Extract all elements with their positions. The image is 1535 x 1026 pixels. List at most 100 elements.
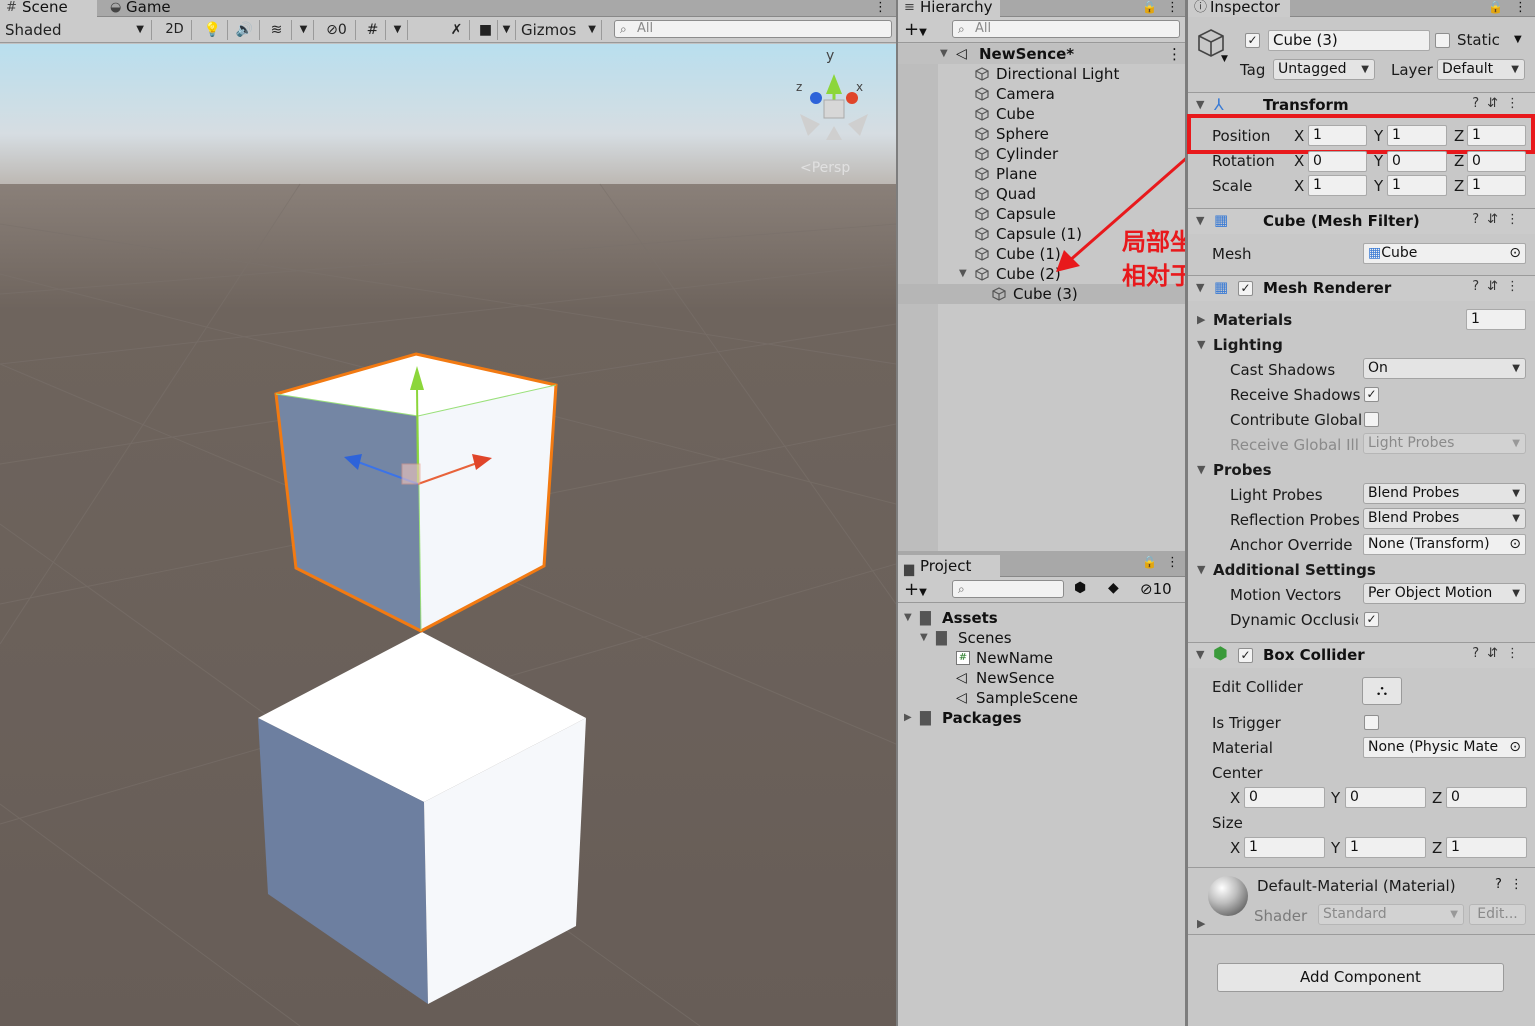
- fold-arrow-icon[interactable]: ▼: [904, 608, 912, 628]
- hierarchy-lock-icon[interactable]: 🔒: [1142, 0, 1157, 14]
- fold-arrow-icon[interactable]: ▼: [1196, 214, 1204, 227]
- shading-mode-dropdown[interactable]: Shaded ▼: [0, 20, 152, 40]
- project-search-input[interactable]: ⌕: [952, 580, 1064, 598]
- project-lock-icon[interactable]: 🔒: [1142, 555, 1157, 569]
- component-tools-icons[interactable]: ?⇵⋮: [1472, 646, 1527, 661]
- camera-dropdown-icon[interactable]: ▼: [498, 20, 516, 40]
- hidden-objects-toggle[interactable]: ⊘0: [318, 20, 356, 40]
- dynamic-occlusion-checkbox[interactable]: ✓: [1364, 612, 1379, 627]
- edit-collider-button[interactable]: ⛬: [1362, 677, 1402, 705]
- is-trigger-checkbox[interactable]: [1364, 715, 1379, 730]
- object-picker-icon[interactable]: ⊙: [1509, 535, 1521, 554]
- fold-arrow-icon[interactable]: ▼: [959, 264, 967, 284]
- filter-type-icon[interactable]: ⬢: [1074, 580, 1086, 596]
- filter-label-icon[interactable]: ◆: [1108, 580, 1119, 596]
- materials-count-field[interactable]: 1: [1466, 309, 1526, 330]
- project-folder-assets[interactable]: ▼ ▇ Assets: [898, 608, 1185, 628]
- tab-hierarchy[interactable]: ≡ Hierarchy: [898, 0, 1000, 17]
- anchor-override-field[interactable]: None (Transform) ⊙: [1363, 534, 1526, 555]
- size-y-field[interactable]: 1: [1345, 837, 1426, 858]
- tools-icon[interactable]: ✗: [444, 20, 470, 40]
- scale-x-field[interactable]: 1: [1308, 175, 1367, 196]
- object-active-checkbox[interactable]: ✓: [1245, 33, 1260, 48]
- effects-dropdown-icon[interactable]: ▼: [294, 20, 314, 40]
- scene-search-input[interactable]: ⌕ All: [614, 20, 892, 38]
- rotation-x-field[interactable]: 0: [1308, 151, 1367, 172]
- center-y-field[interactable]: 0: [1345, 787, 1426, 808]
- projection-toggle[interactable]: <Persp: [800, 160, 850, 176]
- cast-shadows-dropdown[interactable]: On ▼: [1363, 358, 1526, 379]
- scene-menu-icon[interactable]: ⋮: [1167, 44, 1182, 64]
- tab-project[interactable]: ▆ Project: [898, 555, 1000, 577]
- collider-material-field[interactable]: None (Physic Mate ⊙: [1363, 737, 1526, 758]
- mesh-renderer-header[interactable]: ▼ ▦ ✓ Mesh Renderer ?⇵⋮: [1188, 275, 1535, 301]
- tag-dropdown[interactable]: Untagged ▼: [1273, 59, 1375, 80]
- fold-arrow-icon[interactable]: ▼: [1196, 648, 1204, 661]
- receive-shadows-checkbox[interactable]: ✓: [1364, 387, 1379, 402]
- hierarchy-item[interactable]: Sphere: [898, 124, 1185, 144]
- scene-tab-menu-icon[interactable]: ⋮: [874, 0, 887, 15]
- object-name-field[interactable]: Cube (3): [1268, 30, 1430, 51]
- scale-y-field[interactable]: 1: [1387, 175, 1447, 196]
- project-file-samplescene[interactable]: ◁ SampleScene: [898, 688, 1185, 708]
- hierarchy-add-button[interactable]: +▼: [904, 19, 927, 40]
- layer-dropdown[interactable]: Default ▼: [1437, 59, 1525, 80]
- scene-root-row[interactable]: ▼ ◁ NewSence* ⋮: [898, 44, 1185, 64]
- mesh-object-field[interactable]: ▦Cube ⊙: [1363, 243, 1526, 264]
- lighting-toggle-icon[interactable]: 💡: [198, 20, 228, 40]
- size-x-field[interactable]: 1: [1244, 837, 1325, 858]
- project-file-newsence[interactable]: ◁ NewSence: [898, 668, 1185, 688]
- grid-dropdown-icon[interactable]: ▼: [388, 20, 408, 40]
- component-tools-icons[interactable]: ?⇵⋮: [1472, 279, 1527, 294]
- camera-icon[interactable]: ■: [474, 20, 498, 40]
- mesh-renderer-enabled-checkbox[interactable]: ✓: [1238, 281, 1253, 296]
- hidden-packages-toggle[interactable]: ⊘10: [1140, 580, 1172, 598]
- additional-fold-icon[interactable]: ▼: [1197, 563, 1205, 576]
- probes-fold-icon[interactable]: ▼: [1197, 463, 1205, 476]
- box-collider-header[interactable]: ▼ ⬢ ✓ Box Collider ?⇵⋮: [1188, 642, 1535, 668]
- fold-arrow-icon[interactable]: ▼: [1196, 281, 1204, 294]
- mesh-filter-header[interactable]: ▼ ▦ Cube (Mesh Filter) ?⇵⋮: [1188, 208, 1535, 234]
- inspector-menu-icon[interactable]: ⋮: [1514, 0, 1527, 15]
- lighting-fold-icon[interactable]: ▼: [1197, 338, 1205, 351]
- icon-dropdown-icon[interactable]: ▼: [1221, 54, 1228, 64]
- project-folder-packages[interactable]: ▶ ▇ Packages: [898, 708, 1185, 728]
- component-tools-icons[interactable]: ?⇵⋮: [1472, 212, 1527, 227]
- rotation-z-field[interactable]: 0: [1467, 151, 1526, 172]
- object-picker-icon[interactable]: ⊙: [1509, 738, 1521, 757]
- fold-arrow-icon[interactable]: ▼: [1196, 98, 1204, 111]
- scene-fold-arrow[interactable]: ▼: [940, 44, 948, 64]
- scale-z-field[interactable]: 1: [1467, 175, 1526, 196]
- light-probes-dropdown[interactable]: Blend Probes ▼: [1363, 483, 1526, 504]
- reflection-probes-dropdown[interactable]: Blend Probes ▼: [1363, 508, 1526, 529]
- size-z-field[interactable]: 1: [1446, 837, 1527, 858]
- project-folder-scenes[interactable]: ▼ ▇ Scenes: [898, 628, 1185, 648]
- tab-inspector[interactable]: ⓘ Inspector: [1188, 0, 1290, 17]
- fold-arrow-icon[interactable]: ▼: [920, 628, 928, 648]
- contribute-global-checkbox[interactable]: [1364, 412, 1379, 427]
- audio-toggle-icon[interactable]: 🔊: [230, 20, 260, 40]
- effects-toggle-icon[interactable]: ≋: [262, 20, 292, 40]
- material-tools-icons[interactable]: ?⋮: [1495, 877, 1531, 892]
- tab-scene[interactable]: # Scene: [0, 0, 97, 17]
- static-checkbox[interactable]: [1435, 33, 1450, 48]
- motion-vectors-dropdown[interactable]: Per Object Motion ▼: [1363, 583, 1526, 604]
- component-tools-icons[interactable]: ?⇵⋮: [1472, 96, 1527, 111]
- center-x-field[interactable]: 0: [1244, 787, 1325, 808]
- add-component-button[interactable]: Add Component: [1217, 963, 1504, 992]
- gizmos-dropdown[interactable]: Gizmos ▼: [518, 20, 602, 40]
- object-picker-icon[interactable]: ⊙: [1509, 244, 1521, 263]
- hierarchy-search-input[interactable]: ⌕ All: [952, 20, 1180, 38]
- tab-game[interactable]: ◒ Game: [104, 0, 194, 17]
- rotation-y-field[interactable]: 0: [1387, 151, 1447, 172]
- fold-arrow-icon[interactable]: ▶: [904, 708, 912, 728]
- materials-fold-icon[interactable]: ▶: [1197, 313, 1205, 326]
- box-collider-enabled-checkbox[interactable]: ✓: [1238, 648, 1253, 663]
- hierarchy-item[interactable]: Cube: [898, 104, 1185, 124]
- center-z-field[interactable]: 0: [1446, 787, 1527, 808]
- scene-viewport[interactable]: y x z <Persp: [0, 44, 896, 1026]
- project-menu-icon[interactable]: ⋮: [1166, 555, 1179, 570]
- toggle-2d-button[interactable]: 2D: [158, 20, 192, 40]
- hierarchy-item[interactable]: Camera: [898, 84, 1185, 104]
- hierarchy-menu-icon[interactable]: ⋮: [1166, 0, 1179, 15]
